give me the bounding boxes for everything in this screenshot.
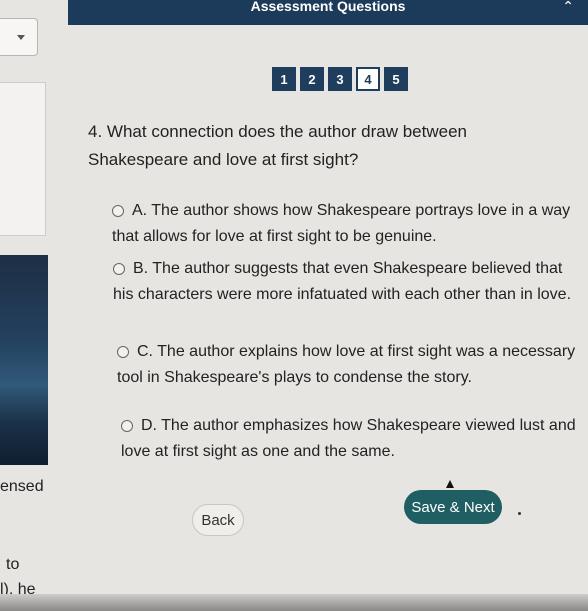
chevron-up-icon[interactable]: ⌃	[562, 0, 574, 13]
radio-button[interactable]	[113, 263, 125, 275]
answer-option-b[interactable]: B. The author suggests that even Shakesp…	[113, 256, 583, 308]
decorative-dot	[518, 512, 521, 515]
left-text-fragment-1: ensed	[0, 478, 44, 495]
radio-button[interactable]	[121, 420, 133, 432]
question-text: 4. What connection does the author draw …	[88, 118, 508, 174]
background-image	[0, 255, 48, 465]
mouse-cursor-icon	[446, 480, 454, 488]
bottom-edge	[0, 594, 588, 611]
question-nav-1[interactable]: 1	[272, 67, 296, 91]
question-nav-2[interactable]: 2	[300, 67, 324, 91]
option-label: C. The author explains how love at first…	[117, 343, 576, 386]
back-button[interactable]: Back	[192, 504, 244, 536]
answer-option-a[interactable]: A. The author shows how Shakespeare port…	[112, 198, 582, 250]
save-next-button[interactable]: Save & Next	[404, 490, 502, 524]
header-title: Assessment Questions	[250, 0, 406, 14]
question-nav: 1 2 3 4 5	[272, 67, 408, 91]
option-label: A. The author shows how Shakespeare port…	[112, 202, 571, 245]
answer-option-c[interactable]: C. The author explains how love at first…	[117, 339, 587, 391]
option-label: B. The author suggests that even Shakesp…	[113, 260, 572, 303]
radio-button[interactable]	[112, 205, 124, 217]
answer-option-d[interactable]: D. The author emphasizes how Shakespeare…	[121, 413, 588, 465]
question-nav-5[interactable]: 5	[384, 67, 408, 91]
side-panel	[0, 82, 46, 236]
assessment-header: Assessment Questions ⌃	[68, 0, 588, 25]
dropdown-select[interactable]	[0, 18, 38, 56]
question-number: 4.	[88, 122, 103, 141]
chevron-down-icon	[17, 35, 25, 40]
question-prompt: What connection does the author draw bet…	[88, 122, 467, 169]
radio-button[interactable]	[117, 346, 129, 358]
question-nav-3[interactable]: 3	[328, 67, 352, 91]
question-nav-4[interactable]: 4	[356, 67, 380, 91]
option-label: D. The author emphasizes how Shakespeare…	[121, 417, 576, 460]
left-text-fragment-2: to	[6, 556, 20, 573]
